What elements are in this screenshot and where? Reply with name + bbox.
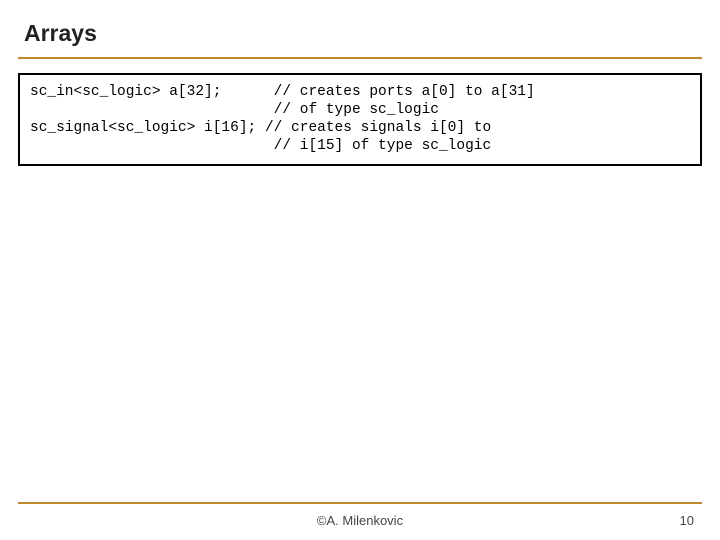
- code-block: sc_in<sc_logic> a[32]; // creates ports …: [18, 73, 702, 166]
- title-divider: [18, 57, 702, 59]
- page-title: Arrays: [18, 14, 702, 55]
- page-number: 10: [680, 513, 694, 528]
- slide: Arrays sc_in<sc_logic> a[32]; // creates…: [0, 0, 720, 540]
- footer-author: ©A. Milenkovic: [0, 513, 720, 528]
- footer-divider: [18, 502, 702, 504]
